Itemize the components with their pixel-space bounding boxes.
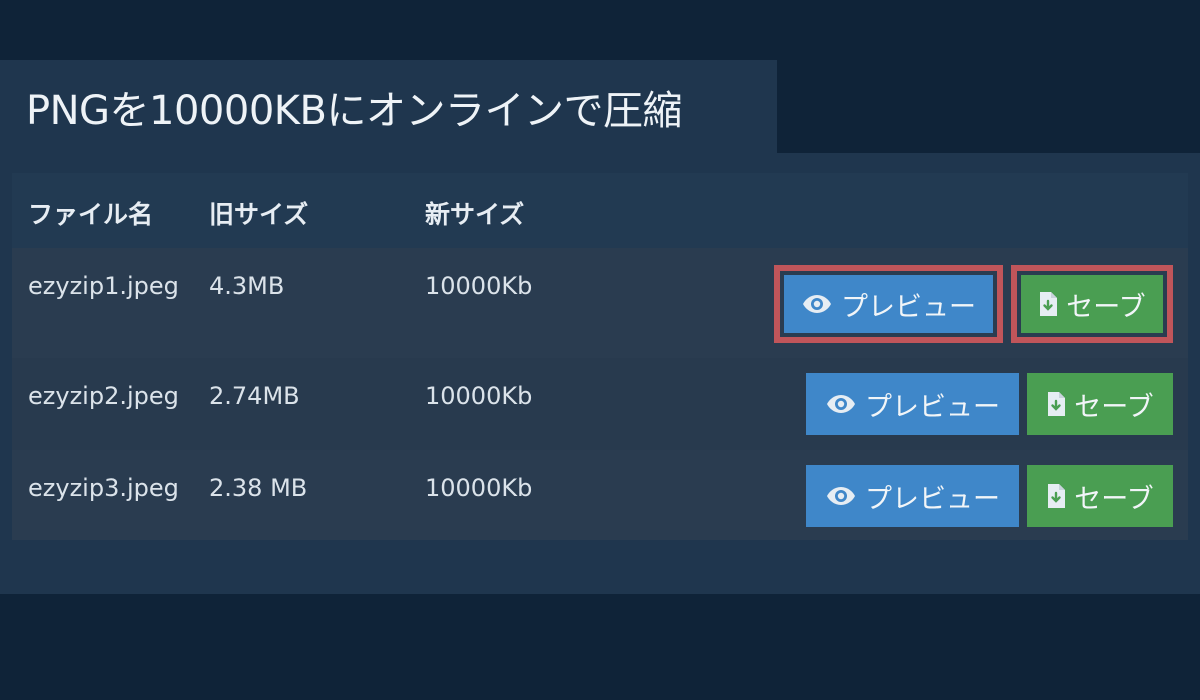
save-button-label: セーブ [1066, 291, 1146, 323]
save-button[interactable]: セーブ [1027, 465, 1173, 527]
save-button-label: セーブ [1074, 391, 1154, 423]
file-name-cell: ezyzip2.jpeg [28, 382, 179, 410]
preview-button[interactable]: プレビュー [784, 275, 993, 333]
save-button-label: セーブ [1074, 483, 1154, 515]
results-panel: ファイル名 旧サイズ 新サイズ ezyzip1.jpeg 4.3MB 10000… [0, 153, 1200, 594]
file-download-icon [1046, 483, 1066, 509]
preview-button-label: プレビュー [865, 483, 1000, 515]
title-tab: PNGを10000KBにオンラインで圧縮 [0, 60, 777, 154]
table-header: ファイル名 旧サイズ 新サイズ [12, 173, 1188, 248]
header-file-name: ファイル名 [28, 200, 154, 229]
eye-icon [825, 393, 857, 415]
new-size-cell: 10000Kb [425, 382, 533, 410]
eye-icon [825, 485, 857, 507]
new-size-cell: 10000Kb [425, 272, 533, 300]
table-row: ezyzip2.jpeg 2.74MB 10000Kb プレビュー セーブ [12, 358, 1188, 450]
preview-button[interactable]: プレビュー [806, 373, 1019, 435]
preview-button-label: プレビュー [841, 291, 976, 323]
header-new-size: 新サイズ [425, 200, 525, 229]
save-button[interactable]: セーブ [1027, 373, 1173, 435]
file-name-cell: ezyzip1.jpeg [28, 272, 179, 300]
file-download-icon [1038, 291, 1058, 317]
page-title: PNGを10000KBにオンラインで圧縮 [26, 88, 682, 134]
results-table: ファイル名 旧サイズ 新サイズ ezyzip1.jpeg 4.3MB 10000… [12, 173, 1188, 540]
old-size-cell: 4.3MB [209, 272, 285, 300]
preview-button[interactable]: プレビュー [806, 465, 1019, 527]
table-row: ezyzip3.jpeg 2.38 MB 10000Kb プレビュー セーブ [12, 450, 1188, 540]
old-size-cell: 2.38 MB [209, 474, 308, 502]
old-size-cell: 2.74MB [209, 382, 300, 410]
eye-icon [801, 293, 833, 315]
file-download-icon [1046, 391, 1066, 417]
table-row: ezyzip1.jpeg 4.3MB 10000Kb プレビュー セーブ [12, 248, 1188, 358]
file-name-cell: ezyzip3.jpeg [28, 474, 179, 502]
header-old-size: 旧サイズ [209, 200, 309, 229]
preview-button-label: プレビュー [865, 391, 1000, 423]
new-size-cell: 10000Kb [425, 474, 533, 502]
save-button[interactable]: セーブ [1021, 275, 1163, 333]
